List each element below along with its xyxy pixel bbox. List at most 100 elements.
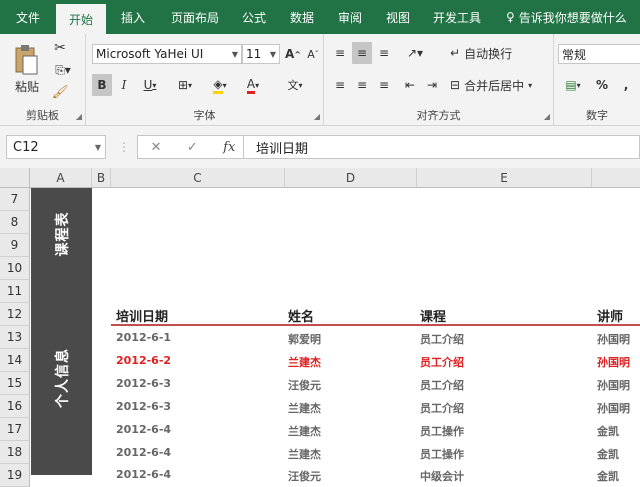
cell-teacher[interactable]: 金凯 xyxy=(597,446,619,462)
cell-date[interactable]: 2012-6-2 xyxy=(116,354,171,367)
cell-name[interactable]: 兰建杰 xyxy=(288,400,321,416)
column-header-c[interactable]: C xyxy=(111,168,285,188)
column-header-a[interactable]: A xyxy=(30,168,92,188)
format-painter-icon[interactable]: 🖌 xyxy=(50,82,70,102)
row-header[interactable]: 19 xyxy=(0,464,30,487)
cell-date[interactable]: 2012-6-4 xyxy=(116,423,171,436)
align-left-icon[interactable]: ≡ xyxy=(330,74,350,96)
formula-input[interactable]: 培训日期 xyxy=(243,135,640,159)
row-header[interactable]: 8 xyxy=(0,211,30,234)
tell-me-box[interactable]: ♀ 告诉我你想要做什么 xyxy=(506,0,627,34)
font-launcher-icon[interactable]: ◢ xyxy=(314,112,320,121)
shrink-font-button[interactable]: Aˇ xyxy=(304,44,322,64)
cell-date[interactable]: 2012-6-1 xyxy=(116,331,171,344)
cell-course[interactable]: 员工介绍 xyxy=(420,400,464,416)
decrease-indent-icon[interactable]: ⇤ xyxy=(400,74,420,96)
header-name[interactable]: 姓名 xyxy=(288,306,314,325)
column-header-b[interactable]: B xyxy=(92,168,111,188)
cut-icon[interactable]: ✂ xyxy=(50,38,70,58)
copy-icon[interactable]: ⎘▾ xyxy=(50,60,76,80)
column-header-d[interactable]: D xyxy=(285,168,417,188)
row-header[interactable]: 15 xyxy=(0,372,30,395)
header-course[interactable]: 课程 xyxy=(420,306,446,325)
tab-data[interactable]: 数据 xyxy=(278,0,326,34)
cell-name[interactable]: 兰建杰 xyxy=(288,354,321,370)
align-right-icon[interactable]: ≡ xyxy=(374,74,394,96)
row-header[interactable]: 7 xyxy=(0,188,30,211)
fill-color-button[interactable]: ◈ ▾ xyxy=(204,74,236,96)
row-header[interactable]: 14 xyxy=(0,349,30,372)
cell-teacher[interactable]: 孙国明 xyxy=(597,400,630,416)
cell-course[interactable]: 员工操作 xyxy=(420,423,464,439)
cell-name[interactable]: 汪俊元 xyxy=(288,377,321,393)
comma-button[interactable]: , xyxy=(616,74,636,96)
cell-name[interactable]: 汪俊元 xyxy=(288,468,321,484)
row-header[interactable]: 11 xyxy=(0,280,30,303)
align-middle-icon[interactable]: ≡ xyxy=(352,42,372,64)
cell-date[interactable]: 2012-6-4 xyxy=(116,446,171,459)
alignment-launcher-icon[interactable]: ◢ xyxy=(544,112,550,121)
tab-home[interactable]: 开始 xyxy=(56,4,106,34)
enter-icon[interactable]: ✓ xyxy=(187,140,198,155)
paste-button[interactable] xyxy=(8,40,44,80)
cell-name[interactable]: 郭爱明 xyxy=(288,331,321,347)
merge-center-button[interactable]: ⊟ 合并后居中 ▾ xyxy=(450,74,550,96)
row-header[interactable]: 10 xyxy=(0,257,30,280)
header-training-date[interactable]: 培训日期 xyxy=(116,306,168,325)
wrap-text-button[interactable]: ↵ 自动换行 xyxy=(450,42,550,64)
font-name-dropdown[interactable]: Microsoft YaHei UI ▼ xyxy=(92,44,242,64)
align-top-icon[interactable]: ≡ xyxy=(330,42,350,64)
row-header[interactable]: 17 xyxy=(0,418,30,441)
column-header-e[interactable]: E xyxy=(417,168,592,188)
number-format-dropdown[interactable]: 常规 xyxy=(558,44,640,64)
align-center-icon[interactable]: ≡ xyxy=(352,74,372,96)
tab-review[interactable]: 审阅 xyxy=(326,0,374,34)
name-box[interactable]: C12 ▼ xyxy=(6,135,106,159)
cell-course[interactable]: 中级会计 xyxy=(420,468,464,484)
cell-teacher[interactable]: 孙国明 xyxy=(597,354,630,370)
cancel-icon[interactable]: ✕ xyxy=(151,140,162,155)
tab-view[interactable]: 视图 xyxy=(374,0,422,34)
cell-teacher[interactable]: 金凯 xyxy=(597,468,619,484)
italic-button[interactable]: I xyxy=(114,74,134,96)
cell-name[interactable]: 兰建杰 xyxy=(288,446,321,462)
cell-teacher[interactable]: 孙国明 xyxy=(597,377,630,393)
currency-button[interactable]: ▤ ▾ xyxy=(558,74,588,96)
bold-button[interactable]: B xyxy=(92,74,112,96)
row-header[interactable]: 9 xyxy=(0,234,30,257)
tab-file[interactable]: 文件 xyxy=(0,0,56,34)
insert-function-icon[interactable]: fx xyxy=(223,140,235,155)
font-color-button[interactable]: A ▾ xyxy=(238,74,268,96)
header-teacher[interactable]: 讲师 xyxy=(597,306,623,325)
orientation-icon[interactable]: ↗▾ xyxy=(400,42,430,64)
cell-date[interactable]: 2012-6-3 xyxy=(116,377,171,390)
borders-button[interactable]: ⊞ ▾ xyxy=(170,74,200,96)
phonetic-button[interactable]: 文 ▾ xyxy=(280,72,310,98)
row-header[interactable]: 18 xyxy=(0,441,30,464)
row-header[interactable]: 13 xyxy=(0,326,30,349)
row-header[interactable]: 12 xyxy=(0,303,30,326)
column-header-f[interactable] xyxy=(592,168,640,188)
side-label-schedule: 课程表 xyxy=(54,211,71,257)
cell-name[interactable]: 兰建杰 xyxy=(288,423,321,439)
grow-font-button[interactable]: A ^ xyxy=(284,44,302,64)
cell-course[interactable]: 员工介绍 xyxy=(420,377,464,393)
tab-formulas[interactable]: 公式 xyxy=(230,0,278,34)
cell-teacher[interactable]: 金凯 xyxy=(597,423,619,439)
row-header[interactable]: 16 xyxy=(0,395,30,418)
cell-date[interactable]: 2012-6-3 xyxy=(116,400,171,413)
tab-developer[interactable]: 开发工具 xyxy=(422,0,492,34)
align-bottom-icon[interactable]: ≡ xyxy=(374,42,394,64)
select-all-corner[interactable] xyxy=(0,168,30,188)
cell-course[interactable]: 员工操作 xyxy=(420,446,464,462)
underline-button[interactable]: U ▾ xyxy=(136,74,164,96)
tab-insert[interactable]: 插入 xyxy=(106,0,160,34)
cell-course[interactable]: 员工介绍 xyxy=(420,331,464,347)
cell-teacher[interactable]: 孙国明 xyxy=(597,331,630,347)
tab-page-layout[interactable]: 页面布局 xyxy=(160,0,230,34)
clipboard-launcher-icon[interactable]: ◢ xyxy=(76,112,82,121)
cell-course[interactable]: 员工介绍 xyxy=(420,354,464,370)
increase-indent-icon[interactable]: ⇥ xyxy=(422,74,442,96)
font-size-dropdown[interactable]: 11 ▼ xyxy=(242,44,280,64)
percent-button[interactable]: % xyxy=(592,74,612,96)
